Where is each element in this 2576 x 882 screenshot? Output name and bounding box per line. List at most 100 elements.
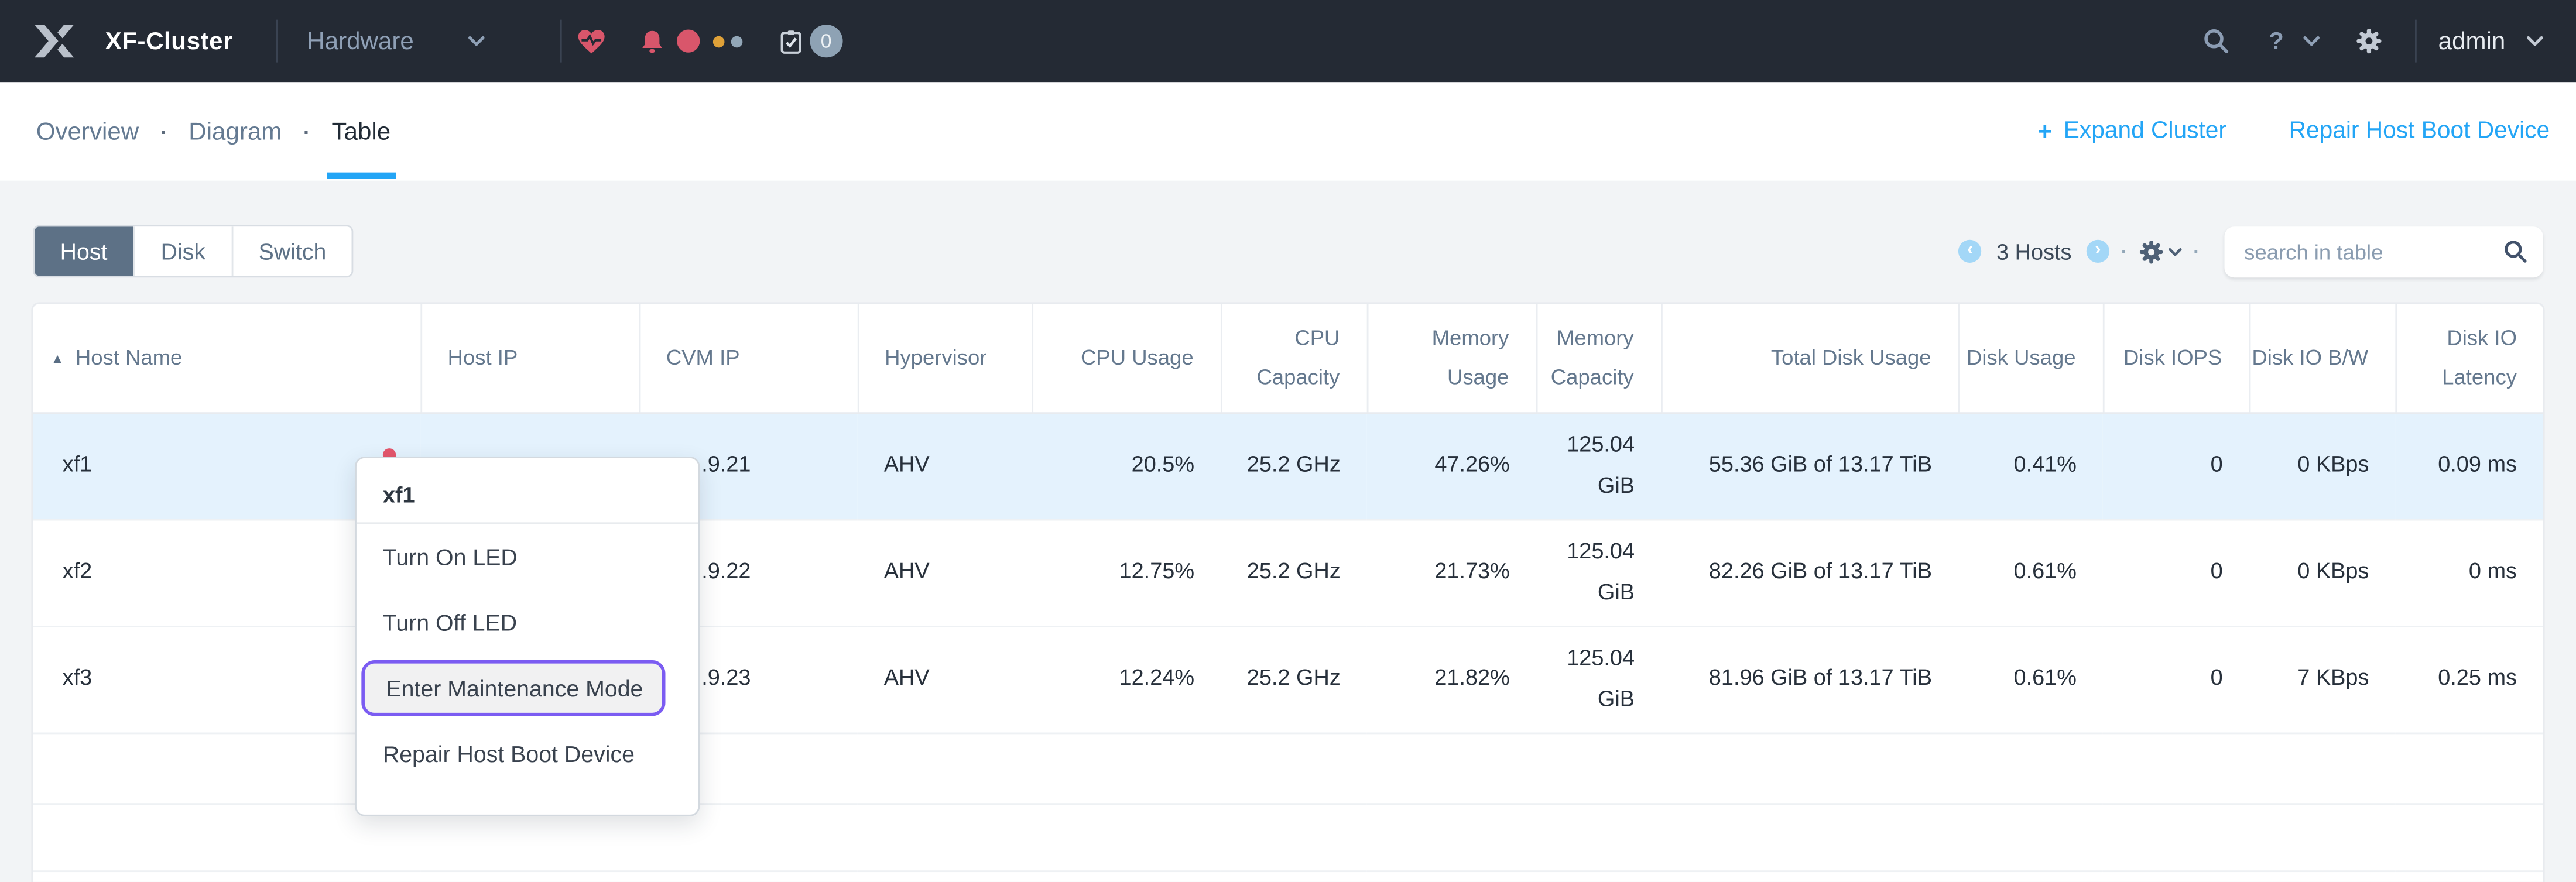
- settings-gear-icon[interactable]: [2356, 28, 2382, 54]
- cell-disk-io-latency: 0 ms: [2395, 519, 2543, 626]
- cell-cpu-usage: 12.75%: [1032, 519, 1221, 626]
- cell-disk-usage: 0.61%: [1958, 519, 2103, 626]
- nav-divider: [276, 20, 278, 63]
- help-icon[interactable]: ?: [2269, 27, 2284, 55]
- column-header-disk-io-latency[interactable]: Disk IO Latency: [2395, 304, 2543, 412]
- breadcrumb-separator: ·: [303, 119, 310, 143]
- cell-cpu-usage: 12.24%: [1032, 626, 1221, 732]
- cell-cpu-usage: 20.5%: [1032, 412, 1221, 519]
- user-menu[interactable]: admin: [2438, 27, 2506, 55]
- page-actions: + Expand Cluster Repair Host Boot Device: [2038, 118, 2550, 146]
- cell-cpu-capacity: 25.2 GHz: [1221, 412, 1367, 519]
- cell-disk-usage: 0.41%: [1958, 412, 2103, 519]
- column-header-host-name[interactable]: ▲Host Name: [33, 304, 420, 412]
- repair-host-boot-device-link[interactable]: Repair Host Boot Device: [2289, 118, 2550, 145]
- tab-switch[interactable]: Switch: [232, 226, 352, 276]
- chevron-down-icon[interactable]: [468, 36, 484, 46]
- breadcrumb: Overview · Diagram · Table: [36, 118, 390, 146]
- cell-memory-capacity: 125.04 GiB: [1536, 626, 1661, 732]
- cell-disk-io-latency: 0.09 ms: [2395, 412, 2543, 519]
- health-heart-icon[interactable]: [575, 26, 608, 56]
- column-header-total-disk-usage[interactable]: Total Disk Usage: [1661, 304, 1958, 412]
- table-controls: Host Disk Switch ‹ 3 Hosts › ·: [33, 225, 2543, 277]
- tasks-count-badge[interactable]: 0: [810, 25, 842, 57]
- cell-cpu-capacity: 25.2 GHz: [1221, 626, 1367, 732]
- prev-page-button[interactable]: ‹: [1959, 240, 1982, 263]
- menu-item-repair-host-boot-device[interactable]: Repair Host Boot Device: [357, 721, 698, 787]
- nutanix-x-logo-icon[interactable]: [33, 20, 76, 63]
- cell-disk-io-bw: 0 KBps: [2249, 519, 2396, 626]
- top-nav: XF-Cluster Hardware: [0, 0, 2576, 82]
- cell-memory-capacity: 125.04 GiB: [1536, 412, 1661, 519]
- next-page-button[interactable]: ›: [2087, 240, 2109, 263]
- cell-disk-iops: 0: [2103, 412, 2249, 519]
- separator-dot: ·: [2121, 240, 2128, 263]
- nav-menu-hardware[interactable]: Hardware: [307, 27, 413, 55]
- column-header-host-ip[interactable]: Host IP: [420, 304, 639, 412]
- context-menu-title: xf1: [357, 468, 698, 523]
- cell-disk-io-bw: 7 KBps: [2249, 626, 2396, 732]
- breadcrumb-diagram[interactable]: Diagram: [189, 118, 282, 146]
- repair-host-boot-device-label: Repair Host Boot Device: [2289, 118, 2550, 145]
- cell-memory-capacity: 125.04 GiB: [1536, 519, 1661, 626]
- column-header-disk-io-bw[interactable]: Disk IO B/W: [2249, 304, 2396, 412]
- cell-disk-usage: 0.61%: [1958, 626, 2103, 732]
- critical-alert-count-icon[interactable]: [677, 30, 700, 53]
- search-icon[interactable]: [2203, 28, 2229, 54]
- cell-memory-usage: 21.82%: [1367, 626, 1536, 732]
- expand-cluster-link[interactable]: + Expand Cluster: [2038, 118, 2226, 146]
- cell-disk-iops: 0: [2103, 626, 2249, 732]
- column-header-memory-usage[interactable]: Memory Usage: [1367, 304, 1536, 412]
- table-header-row: ▲Host Name Host IP CVM IP Hypervisor CPU…: [33, 304, 2543, 412]
- cell-total-disk-usage: 81.96 GiB of 13.17 TiB: [1661, 626, 1958, 732]
- column-header-cvm-ip[interactable]: CVM IP: [639, 304, 858, 412]
- menu-item-turn-off-led[interactable]: Turn Off LED: [357, 589, 698, 655]
- table-settings-gear-icon[interactable]: [2139, 239, 2182, 263]
- search-icon[interactable]: [2504, 239, 2527, 262]
- chevron-down-icon[interactable]: [2304, 36, 2320, 46]
- table-search: [2224, 226, 2543, 277]
- column-header-hypervisor[interactable]: Hypervisor: [858, 304, 1032, 412]
- column-header-disk-iops[interactable]: Disk IOPS: [2103, 304, 2249, 412]
- separator-dot: ·: [2193, 240, 2200, 263]
- breadcrumb-overview[interactable]: Overview: [36, 118, 139, 146]
- info-dot-icon[interactable]: [731, 35, 742, 47]
- table-search-input[interactable]: [2224, 226, 2543, 277]
- host-context-menu: xf1 Turn On LED Turn Off LED Enter Maint…: [355, 457, 700, 816]
- cell-disk-iops: 0: [2103, 519, 2249, 626]
- host-count-label: 3 Hosts: [1996, 239, 2071, 263]
- table-controls-right: ‹ 3 Hosts › ·: [1959, 226, 2543, 277]
- menu-item-enter-maintenance-mode[interactable]: Enter Maintenance Mode: [361, 660, 665, 716]
- column-header-disk-usage[interactable]: Disk Usage: [1958, 304, 2103, 412]
- app-viewport: XF-Cluster Hardware: [0, 0, 2576, 882]
- expand-cluster-label: Expand Cluster: [2064, 118, 2226, 145]
- cluster-name: XF-Cluster: [105, 27, 233, 55]
- warning-dot-icon[interactable]: [713, 35, 725, 47]
- cell-memory-usage: 21.73%: [1367, 519, 1536, 626]
- tab-disk[interactable]: Disk: [133, 226, 231, 276]
- plus-icon: +: [2038, 118, 2053, 146]
- column-header-memory-capacity[interactable]: Memory Capacity: [1536, 304, 1661, 412]
- cell-disk-io-bw: 0 KBps: [2249, 412, 2396, 519]
- cell-hypervisor: AHV: [858, 412, 1032, 519]
- table-row-empty: [33, 870, 2543, 882]
- chevron-down-icon[interactable]: [2527, 36, 2543, 46]
- tasks-clipboard-icon[interactable]: [780, 29, 801, 53]
- alerts-bell-icon[interactable]: [639, 29, 665, 53]
- column-header-cpu-capacity[interactable]: CPU Capacity: [1221, 304, 1367, 412]
- column-header-cpu-usage[interactable]: CPU Usage: [1032, 304, 1221, 412]
- cell-total-disk-usage: 82.26 GiB of 13.17 TiB: [1661, 519, 1958, 626]
- sort-ascending-icon: ▲: [51, 351, 64, 366]
- cell-hypervisor: AHV: [858, 626, 1032, 732]
- cell-memory-usage: 47.26%: [1367, 412, 1536, 519]
- breadcrumb-separator: ·: [160, 119, 167, 143]
- subnav-bar: Overview · Diagram · Table + Expand Clus…: [0, 82, 2576, 180]
- cell-cpu-capacity: 25.2 GHz: [1221, 519, 1367, 626]
- chevron-down-icon: [2169, 247, 2181, 255]
- cell-total-disk-usage: 55.36 GiB of 13.17 TiB: [1661, 412, 1958, 519]
- cell-disk-io-latency: 0.25 ms: [2395, 626, 2543, 732]
- tab-host[interactable]: Host: [35, 226, 133, 276]
- menu-item-turn-on-led[interactable]: Turn On LED: [357, 524, 698, 589]
- breadcrumb-table-active[interactable]: Table: [332, 118, 391, 146]
- entity-tab-group: Host Disk Switch: [33, 225, 353, 277]
